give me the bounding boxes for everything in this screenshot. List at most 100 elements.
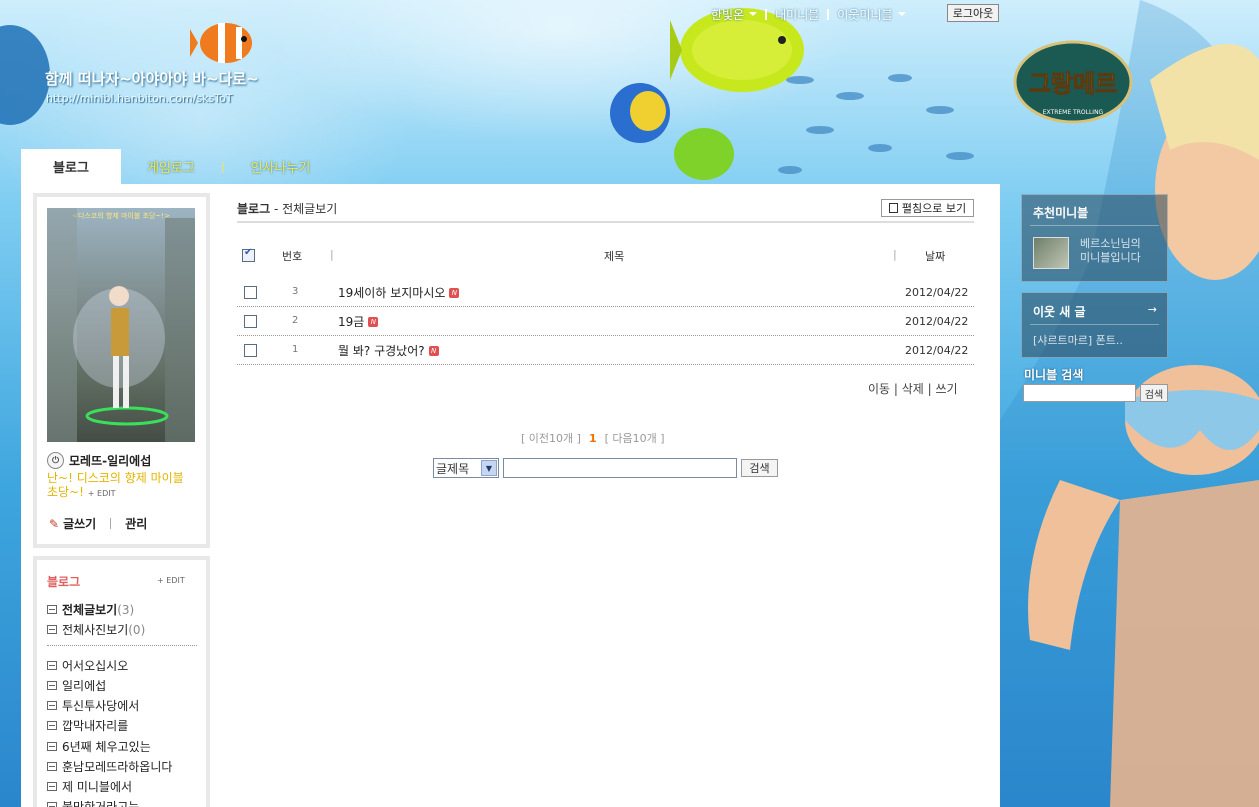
list-icon <box>47 782 57 791</box>
post-search: 글제목 ▼ 검색 <box>433 458 778 478</box>
row-number: 3 <box>292 286 299 297</box>
profile-panel: <디스코의 향제 마이블 초당~!> ⏻ 모레뜨-일리에섭 난~! 디스코의 향… <box>33 193 210 548</box>
category-heading[interactable]: 블로그 <box>47 573 80 590</box>
nav-neighbor-label: 이웃미니블 <box>837 7 893 22</box>
table-row: 1 뭘 봐? 구경났어? N 2012/04/22 <box>237 336 974 365</box>
tab-gamelog[interactable]: 게임로그 <box>121 157 195 176</box>
breadcrumb: 블로그 - 전체글보기 <box>237 200 337 217</box>
nav-hanbiton-label: 한빛온 <box>711 7 745 22</box>
recommended-thumbnail[interactable] <box>1033 237 1069 269</box>
column-num: 번호 <box>282 250 303 263</box>
action-separator <box>110 518 112 529</box>
category-item[interactable]: 어서오십시오 <box>47 657 128 674</box>
write-button[interactable]: ✎ 글쓰기 <box>49 515 96 532</box>
all-posts-count: (3) <box>117 602 135 617</box>
post-search-button[interactable]: 검색 <box>741 459 778 477</box>
all-posts-label: 전체글보기 <box>62 603 118 617</box>
list-icon <box>47 762 57 771</box>
post-search-input[interactable] <box>503 458 737 478</box>
chevron-down-icon <box>749 12 758 16</box>
profile-actions: ✎ 글쓰기 관리 <box>49 515 147 532</box>
row-title-text: 19금 <box>338 315 365 329</box>
pager-prev[interactable]: [ 이전10개 ] <box>521 432 581 445</box>
nav-hanbiton[interactable]: 한빛온 <box>703 6 765 23</box>
list-icon <box>47 661 57 670</box>
tab-greetings[interactable]: 인사나누기 <box>225 157 311 176</box>
minibl-search-button[interactable]: 검색 <box>1140 384 1168 402</box>
pager-current[interactable]: 1 <box>589 432 597 445</box>
note-icon <box>888 203 898 213</box>
panel-divider <box>1030 225 1159 226</box>
select-all-checkbox[interactable] <box>242 247 255 262</box>
search-field-select[interactable]: 글제목 ▼ <box>433 458 499 478</box>
category-item[interactable]: 깝막내자리를 <box>47 717 128 734</box>
column-separator: | <box>330 248 334 261</box>
neighbor-title: 이웃 새 글 <box>1033 305 1086 319</box>
category-label: 투신투사당에서 <box>62 699 140 713</box>
row-checkbox[interactable] <box>244 344 257 357</box>
recommended-title: 추천미니블 <box>1033 206 1089 220</box>
category-item[interactable]: 투신투사당에서 <box>47 697 139 714</box>
manage-button[interactable]: 관리 <box>125 515 147 532</box>
row-checkbox[interactable] <box>244 315 257 328</box>
chevron-down-icon: ▼ <box>481 460 497 476</box>
column-separator: | <box>893 248 897 261</box>
recommended-line-2: 미니블입니다 <box>1080 251 1141 264</box>
row-title[interactable]: 19금 N <box>338 313 379 330</box>
category-item[interactable]: 6년째 체우고있는 <box>47 738 151 755</box>
expand-view-button[interactable]: 펼침으로 보기 <box>881 199 974 217</box>
neighbor-post-link[interactable]: [샤르트마르] 폰트.. <box>1033 332 1123 348</box>
photo-icon <box>47 625 57 634</box>
profile-name-text: 모레뜨-일리에섭 <box>69 454 152 468</box>
category-edit-link[interactable]: + EDIT <box>157 576 185 585</box>
row-number: 1 <box>292 344 299 355</box>
chevron-down-icon <box>897 12 906 16</box>
new-badge: N <box>368 316 379 327</box>
row-title[interactable]: 19세이하 보지마시오 N <box>338 284 460 301</box>
category-panel: 블로그 + EDIT 전체글보기 (3) 전체사진보기 (0) 어서오십시오 일리에… <box>33 556 210 807</box>
row-date: 2012/04/22 <box>905 344 969 357</box>
grandmer-logo[interactable]: 그랑메르 EXTREME TROLLING <box>1008 30 1138 126</box>
minibl-search-input[interactable] <box>1023 384 1136 402</box>
row-checkbox[interactable] <box>244 286 257 299</box>
category-item[interactable]: 일리에섭 <box>47 677 106 694</box>
expand-view-label: 펼침으로 보기 <box>901 202 967 215</box>
recommended-minibl-panel: 추천미니블 베르소닌님의 미니블입니다 <box>1021 194 1168 282</box>
blog-url[interactable]: http://minibl.hanbiton.com/sksToT <box>46 92 233 105</box>
header-divider <box>237 221 974 223</box>
blog-title[interactable]: 함께 떠나자~아야아야 바~다로~ <box>45 68 259 89</box>
nav-my-minibl[interactable]: 내미니블 <box>767 6 827 23</box>
category-item[interactable]: 훈남모레뜨라하옵니다 <box>47 758 172 775</box>
pencil-icon: ✎ <box>49 517 60 531</box>
breadcrumb-main[interactable]: 블로그 <box>237 202 270 216</box>
avatar[interactable]: <디스코의 향제 마이블 초당~!> <box>47 208 195 442</box>
category-all-photos[interactable]: 전체사진보기 (0) <box>47 621 145 638</box>
recommended-line-1: 베르소닌님의 <box>1080 237 1141 250</box>
profile-message: 난~! 디스코의 향제 마이블 초당~! + EDIT <box>47 471 197 501</box>
list-icon <box>47 681 57 690</box>
category-item[interactable]: 불만한거라고는 <box>47 798 139 807</box>
tab-blog[interactable]: 블로그 <box>21 149 121 184</box>
recommended-text[interactable]: 베르소닌님의 미니블입니다 <box>1080 237 1141 265</box>
row-title[interactable]: 뭘 봐? 구경났어? N <box>338 342 439 359</box>
neighbor-posts-panel: 이웃 새 글 → [샤르트마르] 폰트.. <box>1021 292 1168 358</box>
row-actions[interactable]: 이동 | 삭제 | 쓰기 <box>868 380 958 397</box>
arrow-right-icon[interactable]: → <box>1148 303 1157 316</box>
table-row: 3 19세이하 보지마시오 N 2012/04/22 <box>237 278 974 307</box>
row-title-text: 뭘 봐? 구경났어? <box>338 344 425 358</box>
category-item[interactable]: 제 미니블에서 <box>47 778 132 795</box>
search-field-value: 글제목 <box>436 461 470 476</box>
minibl-search-title: 미니블 검색 <box>1024 368 1084 382</box>
new-badge: N <box>428 345 439 356</box>
pager-next[interactable]: [ 다음10개 ] <box>605 432 665 445</box>
nav-neighbor-minibl[interactable]: 이웃미니블 <box>829 6 913 23</box>
row-title-text: 19세이하 보지마시오 <box>338 286 446 300</box>
category-label: 깝막내자리를 <box>62 719 129 733</box>
logout-button[interactable]: 로그아웃 <box>947 4 999 22</box>
category-all-posts[interactable]: 전체글보기 (3) <box>47 601 134 618</box>
all-photos-label: 전체사진보기 <box>62 623 129 637</box>
fish-school-image <box>778 74 974 174</box>
profile-edit-link[interactable]: + EDIT <box>88 489 116 498</box>
profile-name[interactable]: ⏻ 모레뜨-일리에섭 <box>47 452 151 469</box>
clownfish-image <box>190 23 252 63</box>
